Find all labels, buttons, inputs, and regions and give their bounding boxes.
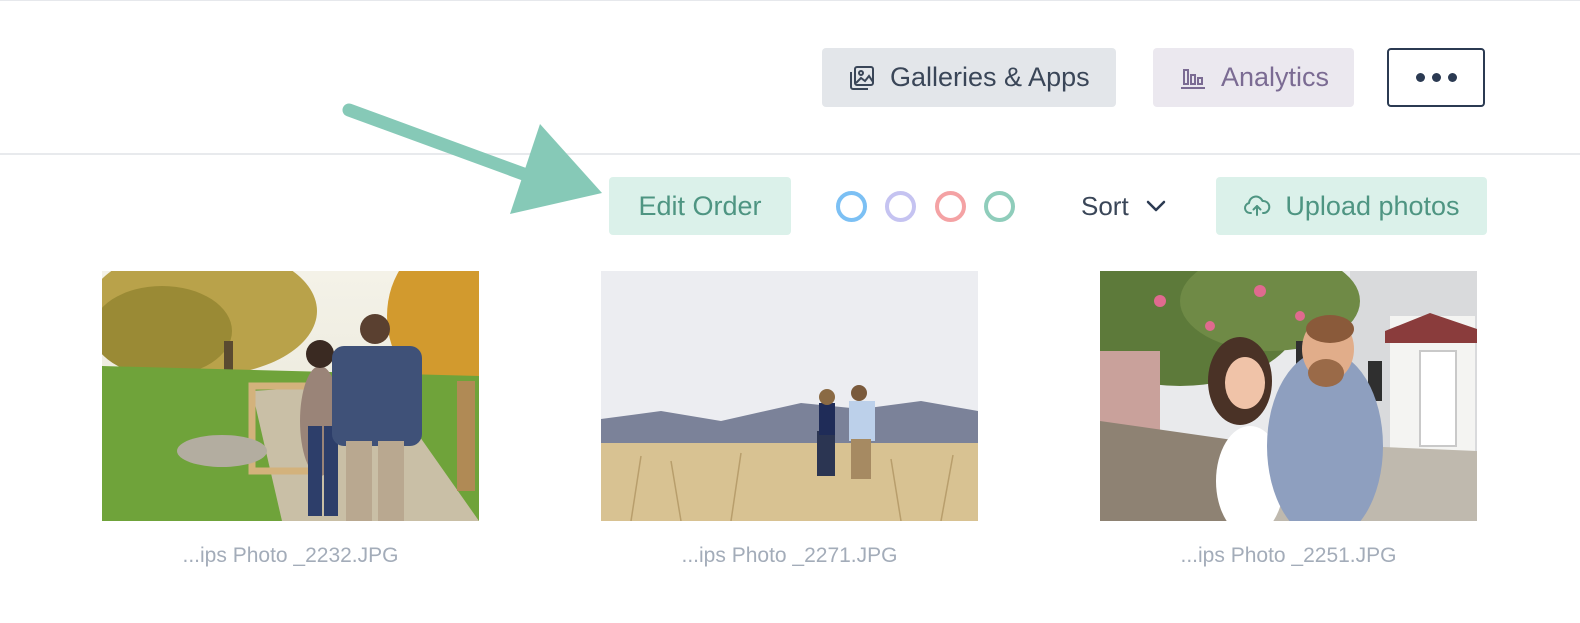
- photo-caption: ...ips Photo _2251.JPG: [1180, 544, 1397, 567]
- photo-caption: ...ips Photo _2271.JPG: [681, 544, 898, 567]
- photo-thumbnail[interactable]: [1100, 271, 1477, 521]
- upload-photos-button[interactable]: Upload photos: [1216, 177, 1487, 235]
- header-divider: [0, 153, 1580, 155]
- color-filter-red[interactable]: [935, 191, 966, 222]
- analytics-label: Analytics: [1221, 62, 1330, 92]
- sort-dropdown[interactable]: Sort: [1081, 186, 1167, 226]
- more-options-button[interactable]: [1387, 48, 1485, 107]
- galleries-apps-button[interactable]: Galleries & Apps: [822, 48, 1116, 107]
- analytics-button[interactable]: Analytics: [1153, 48, 1354, 107]
- edit-order-label: Edit Order: [638, 190, 762, 221]
- photo-thumbnail[interactable]: [102, 271, 479, 521]
- galleries-apps-label: Galleries & Apps: [890, 62, 1090, 92]
- cloud-upload-icon: [1243, 192, 1271, 220]
- color-filter-blue[interactable]: [836, 191, 867, 222]
- top-divider: [0, 0, 1580, 1]
- annotation-arrow-icon: [342, 103, 602, 214]
- color-filter-green[interactable]: [984, 191, 1015, 222]
- chevron-down-icon: [1145, 199, 1167, 213]
- photo-thumbnail[interactable]: [601, 271, 978, 521]
- color-filter-lavender[interactable]: [885, 191, 916, 222]
- edit-order-button[interactable]: Edit Order: [609, 177, 791, 235]
- photo-image: [601, 271, 978, 521]
- photo-image: [1100, 271, 1477, 521]
- photo-caption: ...ips Photo _2232.JPG: [182, 544, 399, 567]
- photo-image: [102, 271, 479, 521]
- sort-label: Sort: [1081, 190, 1129, 221]
- upload-photos-label: Upload photos: [1285, 190, 1460, 221]
- image-gallery-icon: [848, 64, 876, 92]
- bar-chart-icon: [1179, 64, 1207, 92]
- more-dots-icon: [1415, 73, 1457, 82]
